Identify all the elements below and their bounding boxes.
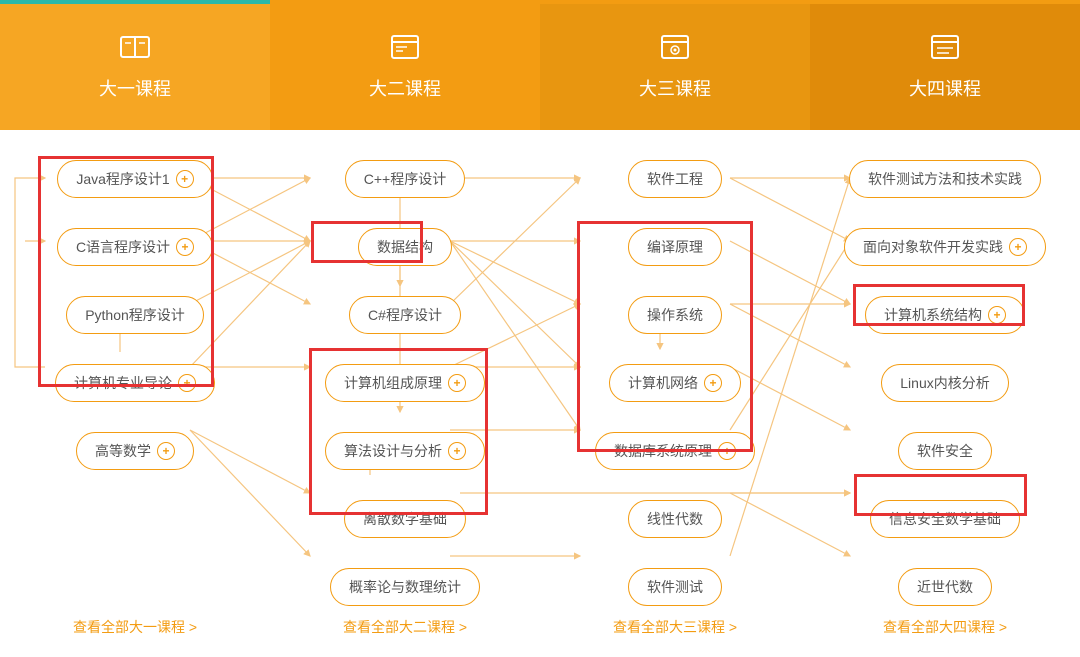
col-1: Java程序设计1+C语言程序设计+Python程序设计计算机专业导论+高等数学… bbox=[0, 160, 270, 607]
course-label: Linux内核分析 bbox=[900, 373, 989, 393]
window-icon bbox=[387, 29, 423, 65]
course-label: 软件安全 bbox=[917, 441, 973, 461]
header-row: 大一课程 大二课程 大三课程 大四课程 bbox=[0, 0, 1080, 130]
course-label: 离散数学基础 bbox=[363, 509, 447, 529]
course-label: 软件工程 bbox=[647, 169, 703, 189]
col-4: 软件测试方法和技术实践面向对象软件开发实践 + 计算机系统结构 + Linux内核分析软… bbox=[810, 160, 1080, 607]
view-all-link-1[interactable]: 查看全部大一课程 > bbox=[0, 617, 270, 657]
col-3: 软件工程编译原理操作系统计算机网络 + 数据库系统原理 + 线性代数软件测试 bbox=[540, 160, 810, 607]
course-node[interactable]: 计算机组成原理 + bbox=[325, 364, 485, 402]
course-node[interactable]: 近世代数 bbox=[898, 568, 992, 606]
course-node[interactable]: 软件工程 bbox=[628, 160, 722, 198]
course-label: 软件测试 bbox=[647, 577, 703, 597]
col-header-3: 大三课程 bbox=[540, 0, 810, 130]
course-node[interactable]: 算法设计与分析 + bbox=[325, 432, 485, 470]
course-node[interactable]: 计算机网络 + bbox=[609, 364, 741, 402]
expand-plus-icon[interactable]: + bbox=[176, 238, 194, 256]
course-label: 算法设计与分析 bbox=[344, 441, 442, 461]
expand-plus-icon[interactable]: + bbox=[704, 374, 722, 392]
course-node[interactable]: 数据结构 bbox=[358, 228, 452, 266]
course-label: 线性代数 bbox=[647, 509, 703, 529]
course-label: 计算机网络 bbox=[628, 373, 698, 393]
course-node[interactable]: Python程序设计 bbox=[66, 296, 204, 334]
course-node[interactable]: 线性代数 bbox=[628, 500, 722, 538]
course-node[interactable]: C语言程序设计 + bbox=[57, 228, 213, 266]
col-title-4: 大四课程 bbox=[909, 75, 981, 101]
course-node[interactable]: 信息安全数学基础 bbox=[870, 500, 1020, 538]
col-header-2: 大二课程 bbox=[270, 0, 540, 130]
expand-plus-icon[interactable]: + bbox=[988, 306, 1006, 324]
course-node[interactable]: Linux内核分析 bbox=[881, 364, 1008, 402]
course-label: C++程序设计 bbox=[364, 169, 446, 189]
course-node[interactable]: 软件安全 bbox=[898, 432, 992, 470]
course-label: 面向对象软件开发实践 bbox=[863, 237, 1003, 257]
course-node[interactable]: 软件测试 bbox=[628, 568, 722, 606]
expand-plus-icon[interactable]: + bbox=[448, 442, 466, 460]
col-title-1: 大一课程 bbox=[99, 75, 171, 101]
course-label: 近世代数 bbox=[917, 577, 973, 597]
expand-plus-icon[interactable]: + bbox=[1009, 238, 1027, 256]
course-label: 计算机专业导论 bbox=[74, 373, 172, 393]
course-node[interactable]: 操作系统 bbox=[628, 296, 722, 334]
expand-plus-icon[interactable]: + bbox=[157, 442, 175, 460]
course-label: 软件测试方法和技术实践 bbox=[868, 169, 1022, 189]
course-label: Java程序设计1 bbox=[76, 169, 169, 189]
course-node[interactable]: C++程序设计 bbox=[345, 160, 465, 198]
gear-window-icon bbox=[657, 29, 693, 65]
col-2: C++程序设计数据结构 C#程序设计计算机组成原理 + 算法设计与分析 + 离散数学基础概… bbox=[270, 160, 540, 607]
expand-plus-icon[interactable]: + bbox=[176, 170, 194, 188]
course-label: 数据结构 bbox=[377, 237, 433, 257]
col-header-4: 大四课程 bbox=[810, 0, 1080, 130]
course-node[interactable]: 计算机专业导论 + bbox=[55, 364, 215, 402]
course-node[interactable]: Java程序设计1 + bbox=[57, 160, 212, 198]
course-node[interactable]: 数据库系统原理 + bbox=[595, 432, 755, 470]
col-title-2: 大二课程 bbox=[369, 75, 441, 101]
course-node[interactable]: 面向对象软件开发实践 + bbox=[844, 228, 1046, 266]
expand-plus-icon[interactable]: + bbox=[178, 374, 196, 392]
course-label: C语言程序设计 bbox=[76, 237, 170, 257]
col-header-1: 大一课程 bbox=[0, 0, 270, 130]
course-node[interactable]: 高等数学 + bbox=[76, 432, 194, 470]
course-label: 编译原理 bbox=[647, 237, 703, 257]
course-node[interactable]: 概率论与数理统计 bbox=[330, 568, 480, 606]
course-node[interactable]: 计算机系统结构 + bbox=[865, 296, 1025, 334]
view-all-link-4[interactable]: 查看全部大四课程 > bbox=[810, 617, 1080, 657]
course-label: 概率论与数理统计 bbox=[349, 577, 461, 597]
course-label: 计算机系统结构 bbox=[884, 305, 982, 325]
course-node[interactable]: C#程序设计 bbox=[349, 296, 461, 334]
book-icon bbox=[117, 29, 153, 65]
course-node[interactable]: 软件测试方法和技术实践 bbox=[849, 160, 1041, 198]
footer-row: 查看全部大一课程 > 查看全部大二课程 > 查看全部大三课程 > 查看全部大四课… bbox=[0, 617, 1080, 657]
course-label: 信息安全数学基础 bbox=[889, 509, 1001, 529]
course-label: 计算机组成原理 bbox=[344, 373, 442, 393]
doc-icon bbox=[927, 29, 963, 65]
course-label: 高等数学 bbox=[95, 441, 151, 461]
col-title-3: 大三课程 bbox=[639, 75, 711, 101]
diagram-body: Java程序设计1+C语言程序设计+Python程序设计计算机专业导论+高等数学… bbox=[0, 130, 1080, 617]
expand-plus-icon[interactable]: + bbox=[718, 442, 736, 460]
view-all-link-3[interactable]: 查看全部大三课程 > bbox=[540, 617, 810, 657]
course-label: Python程序设计 bbox=[85, 305, 185, 325]
course-label: C#程序设计 bbox=[368, 305, 442, 325]
course-node[interactable]: 离散数学基础 bbox=[344, 500, 466, 538]
expand-plus-icon[interactable]: + bbox=[448, 374, 466, 392]
course-label: 操作系统 bbox=[647, 305, 703, 325]
view-all-link-2[interactable]: 查看全部大二课程 > bbox=[270, 617, 540, 657]
course-node[interactable]: 编译原理 bbox=[628, 228, 722, 266]
course-label: 数据库系统原理 bbox=[614, 441, 712, 461]
